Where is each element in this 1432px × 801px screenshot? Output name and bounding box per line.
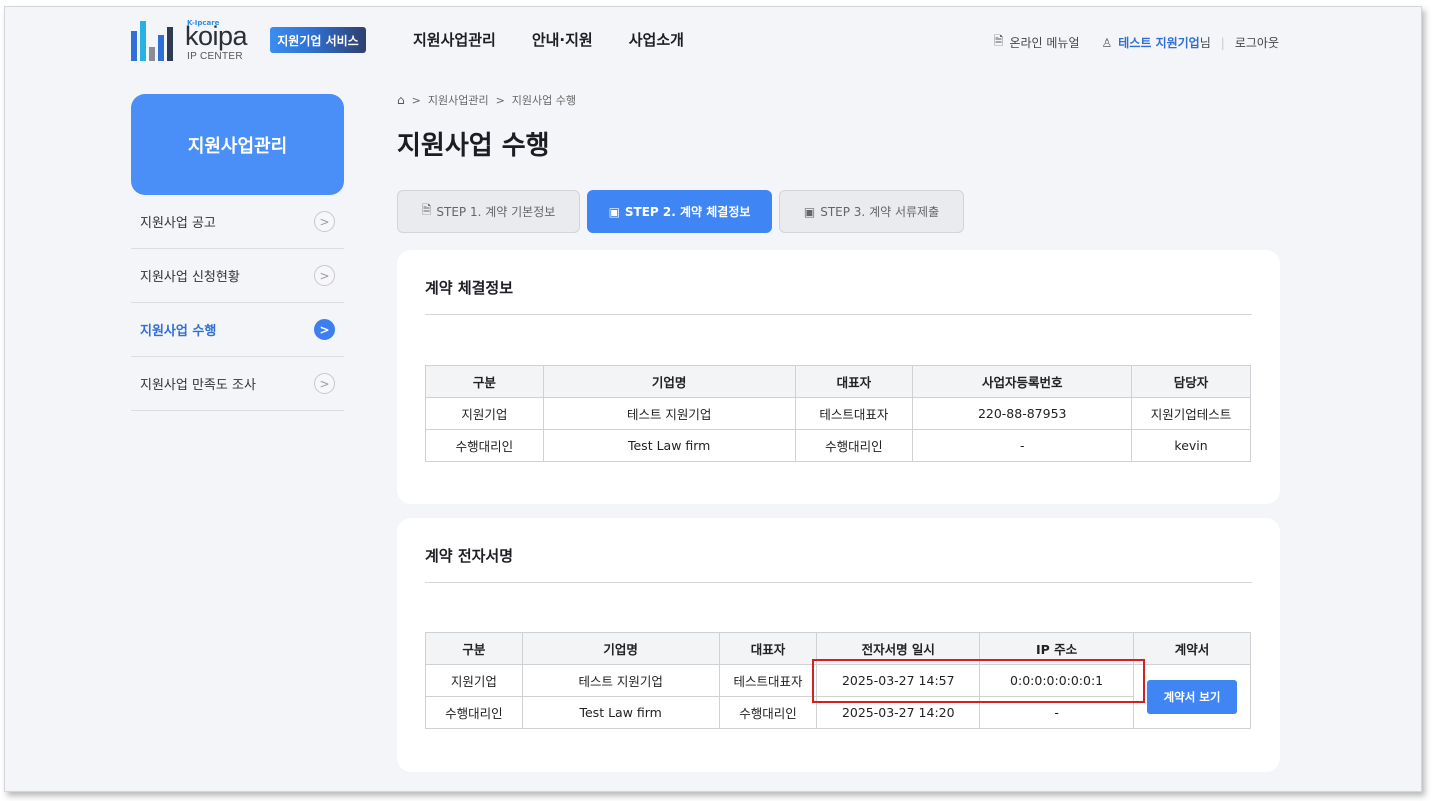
nav-item-business-intro[interactable]: 사업소개 [629, 29, 684, 50]
table-cell: 0:0:0:0:0:0:0:1 [979, 664, 1135, 697]
table-cell: 테스트대표자 [718, 664, 818, 697]
sidebar-item-label: 지원사업 공고 [140, 216, 216, 231]
sidebar-item-label: 지원사업 신청현황 [140, 270, 240, 285]
table-cell: 2025-03-27 14:20 [816, 696, 981, 729]
view-contract-button[interactable]: 계약서 보기 [1147, 679, 1238, 714]
online-manual-link[interactable]: 온라인 메뉴얼 [1009, 34, 1079, 51]
column-header: 대표자 [718, 632, 818, 665]
table-cell: 테스트대표자 [794, 397, 914, 430]
section-divider [425, 582, 1252, 583]
sidebar-item-execution[interactable]: 지원사업 수행 > [131, 303, 344, 357]
clipboard-check-icon: ▣ [803, 204, 816, 219]
table-header-row: 구분 기업명 대표자 전자서명 일시 IP 주소 계약서 [425, 632, 1251, 665]
top-header: K-Ipcare koipa IP CENTER 지원기업 서비스 지원사업관리… [5, 7, 1421, 73]
table-cell: 계약서 보기 [1133, 664, 1251, 729]
column-header: 담당자 [1131, 365, 1251, 398]
utility-links: 🗎 온라인 메뉴얼 ♙ 테스트 지원기업님 | 로그아웃 [994, 32, 1279, 53]
contract-info-table: 구분 기업명 대표자 사업자등록번호 담당자 지원기업 테스트 지원기업 테스트… [425, 365, 1251, 462]
service-badge: 지원기업 서비스 [270, 27, 366, 53]
table-cell: 지원기업테스트 [1131, 397, 1251, 430]
breadcrumb-separator-icon: > [411, 93, 421, 107]
section-title: 계약 전자서명 [425, 547, 514, 565]
table-cell: kevin [1131, 429, 1251, 462]
step-label: STEP 3. 계약 서류제출 [820, 205, 940, 219]
logo-subtitle: IP CENTER [187, 51, 243, 62]
logo-wordmark: koipa [185, 21, 248, 51]
user-name[interactable]: 테스트 지원기업 [1118, 36, 1199, 50]
table-cell: 지원기업 [425, 397, 544, 430]
table-row: 수행대리인 Test Law firm 수행대리인 - kevin [425, 429, 1251, 462]
table-cell: 수행대리인 [794, 429, 914, 462]
table-cell: 수행대리인 [425, 696, 523, 729]
sidebar-item-label: 지원사업 만족도 조사 [140, 378, 256, 393]
e-signature-table: 구분 기업명 대표자 전자서명 일시 IP 주소 계약서 지원기업 테스트 지원… [425, 632, 1251, 729]
sidebar-item-label: 지원사업 수행 [140, 324, 217, 339]
home-icon[interactable]: ⌂ [397, 93, 405, 107]
table-cell: Test Law firm [542, 429, 796, 462]
breadcrumb-item[interactable]: 지원사업 수행 [512, 92, 576, 108]
contract-info-card: 계약 체결정보 구분 기업명 대표자 사업자등록번호 담당자 지원기업 테스트 … [397, 250, 1280, 504]
app-window: K-Ipcare koipa IP CENTER 지원기업 서비스 지원사업관리… [4, 6, 1422, 792]
tab-step-3[interactable]: ▣ STEP 3. 계약 서류제출 [779, 190, 964, 233]
table-cell: 수행대리인 [425, 429, 544, 462]
chevron-right-icon: > [314, 265, 335, 286]
clipboard-check-icon: ▣ [608, 204, 620, 219]
column-header: 기업명 [542, 365, 796, 398]
column-header: 사업자등록번호 [912, 365, 1133, 398]
step-label: STEP 2. 계약 체결정보 [624, 205, 751, 219]
document-icon: 🗎 [993, 34, 1004, 48]
column-header: 구분 [425, 632, 523, 665]
sidebar-item-satisfaction-survey[interactable]: 지원사업 만족도 조사 > [131, 357, 344, 411]
table-cell: 220-88-87953 [912, 397, 1133, 430]
breadcrumb: ⌂ > 지원사업관리 > 지원사업 수행 [397, 92, 576, 108]
table-cell: 지원기업 [425, 664, 523, 697]
column-header: 구분 [425, 365, 544, 398]
table-cell: 2025-03-27 14:57 [816, 664, 981, 697]
table-cell: 테스트 지원기업 [521, 664, 720, 697]
e-signature-card: 계약 전자서명 구분 기업명 대표자 전자서명 일시 IP 주소 계약서 지원기… [397, 518, 1280, 772]
sidebar-item-application-status[interactable]: 지원사업 신청현황 > [131, 249, 344, 303]
table-cell: - [912, 429, 1133, 462]
table-row: 지원기업 테스트 지원기업 테스트대표자 220-88-87953 지원기업테스… [425, 397, 1251, 430]
user-icon: ♙ [1101, 35, 1113, 50]
chevron-right-icon: > [314, 319, 335, 340]
sidebar-item-announcements[interactable]: 지원사업 공고 > [131, 195, 344, 249]
sidebar-menu: 지원사업 공고 > 지원사업 신청현황 > 지원사업 수행 > 지원사업 만족도… [131, 195, 344, 411]
user-suffix: 님 [1199, 36, 1211, 50]
divider: | [1220, 35, 1225, 50]
table-header-row: 구분 기업명 대표자 사업자등록번호 담당자 [425, 365, 1251, 398]
section-title: 계약 체결정보 [425, 279, 514, 297]
column-header: IP 주소 [979, 632, 1135, 665]
breadcrumb-item[interactable]: 지원사업관리 [428, 92, 489, 108]
step-label: STEP 1. 계약 기본정보 [436, 205, 556, 219]
logout-link[interactable]: 로그아웃 [1235, 34, 1279, 51]
table-row: 지원기업 테스트 지원기업 테스트대표자 2025-03-27 14:57 0:… [425, 664, 1251, 729]
table-cell: Test Law firm [521, 696, 720, 729]
nav-item-guide-support[interactable]: 안내·지원 [532, 29, 593, 50]
table-cell: 테스트 지원기업 [542, 397, 796, 430]
logo-bars-icon [131, 21, 179, 61]
step-tabs: 🗎 STEP 1. 계약 기본정보 ▣ STEP 2. 계약 체결정보 ▣ ST… [397, 190, 964, 233]
document-icon: 🗎 [421, 203, 432, 217]
tab-step-2[interactable]: ▣ STEP 2. 계약 체결정보 [587, 190, 772, 233]
chevron-right-icon: > [314, 373, 335, 394]
page-title: 지원사업 수행 [397, 131, 550, 161]
column-header: 대표자 [794, 365, 914, 398]
breadcrumb-separator-icon: > [495, 93, 505, 107]
tab-step-1[interactable]: 🗎 STEP 1. 계약 기본정보 [397, 190, 580, 233]
column-header: 계약서 [1133, 632, 1251, 665]
koipa-logo[interactable]: K-Ipcare koipa IP CENTER [131, 17, 261, 63]
main-nav: 지원사업관리 안내·지원 사업소개 [413, 29, 684, 50]
column-header: 전자서명 일시 [816, 632, 981, 665]
table-cell: 수행대리인 [718, 696, 818, 729]
nav-item-program-management[interactable]: 지원사업관리 [413, 29, 496, 50]
table-cell: - [979, 696, 1135, 729]
table-row: 수행대리인 Test Law firm 수행대리인 2025-03-27 14:… [425, 696, 1251, 729]
section-divider [425, 314, 1252, 315]
chevron-right-icon: > [314, 211, 335, 232]
sidebar-title: 지원사업관리 [131, 94, 344, 195]
column-header: 기업명 [521, 632, 720, 665]
